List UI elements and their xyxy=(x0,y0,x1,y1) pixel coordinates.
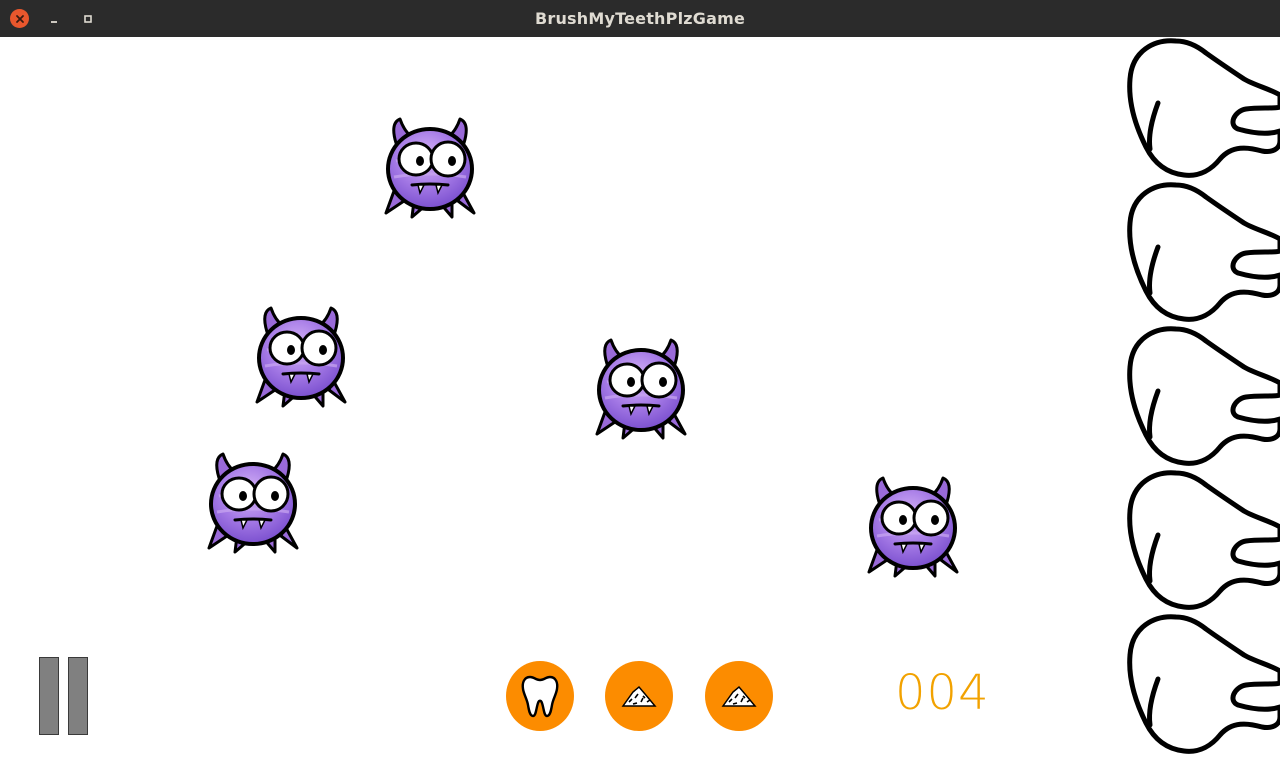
tooth-outline xyxy=(1122,181,1280,325)
tooth-outline xyxy=(1122,325,1280,469)
powerup-plaque-button[interactable] xyxy=(605,661,673,731)
germ-monster[interactable] xyxy=(593,334,689,440)
powerup-tooth-button[interactable] xyxy=(506,661,574,731)
germ-monster[interactable] xyxy=(253,302,349,408)
tooth-icon xyxy=(521,675,559,718)
tooth-outline xyxy=(1122,37,1280,181)
teeth-column xyxy=(1122,37,1280,757)
pause-bar-right xyxy=(68,657,88,735)
window-title: BrushMyTeethPlzGame xyxy=(534,9,746,28)
tooth-outline xyxy=(1122,469,1280,613)
pause-button[interactable] xyxy=(39,657,91,737)
game-stage[interactable]: 004 xyxy=(0,37,1280,757)
tooth-outline xyxy=(1122,613,1280,757)
window-titlebar: BrushMyTeethPlzGame xyxy=(0,0,1280,38)
germ-monster[interactable] xyxy=(205,448,301,554)
pause-bar-left xyxy=(39,657,59,735)
score-counter: 004 xyxy=(895,665,990,721)
plaque-pile-icon xyxy=(621,685,657,707)
germ-monster[interactable] xyxy=(865,472,961,578)
powerup-plaque-button[interactable] xyxy=(705,661,773,731)
plaque-pile-icon xyxy=(721,685,757,707)
germ-monster[interactable] xyxy=(382,113,478,219)
